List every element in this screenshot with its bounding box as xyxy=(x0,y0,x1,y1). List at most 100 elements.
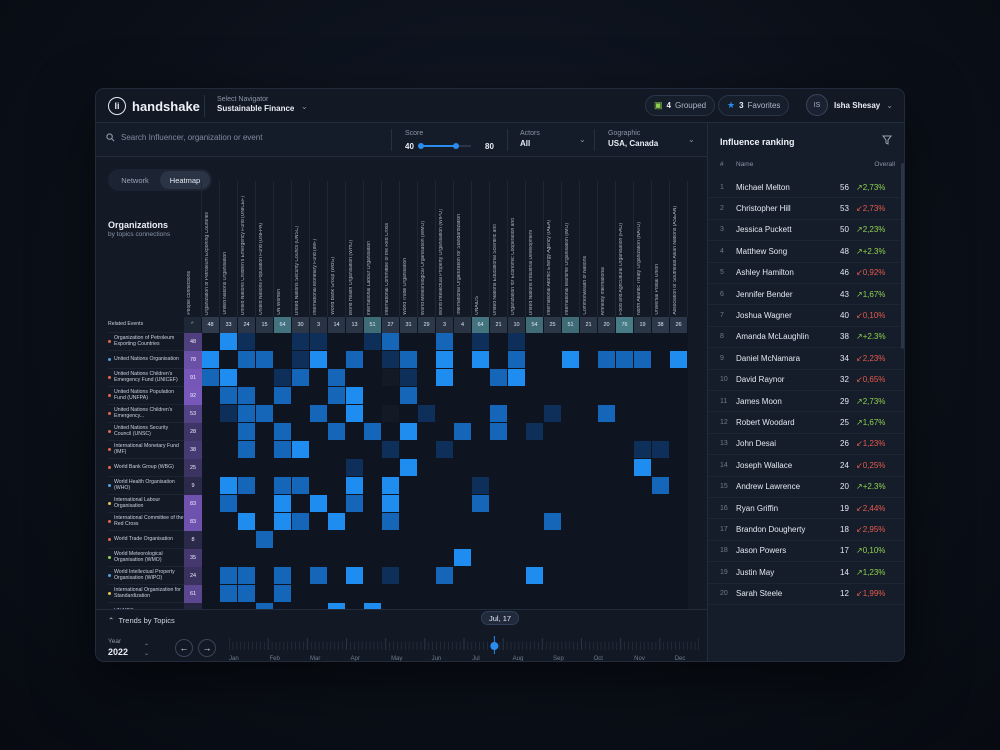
heatmap-cell[interactable] xyxy=(400,513,418,531)
heatmap-cell[interactable] xyxy=(436,423,454,441)
heatmap-cell[interactable] xyxy=(346,405,364,423)
heatmap-cell[interactable] xyxy=(220,369,238,387)
heatmap-cell[interactable] xyxy=(634,441,652,459)
column-header[interactable]: United Nations Children's Emergency Fund… xyxy=(238,181,256,317)
heatmap-cell[interactable] xyxy=(454,387,472,405)
heatmap-cell[interactable] xyxy=(490,585,508,603)
heatmap-cell[interactable] xyxy=(454,585,472,603)
year-stepper-icon[interactable]: ⌃ ⌄ xyxy=(144,643,149,657)
timeline[interactable]: Jan Feb Mar Apr May Jun Jul Aug Sep Oct Nov Dec xyxy=(229,636,699,662)
heatmap-cell[interactable] xyxy=(292,423,310,441)
heatmap-cell[interactable] xyxy=(544,531,562,549)
heatmap-cell[interactable] xyxy=(508,369,526,387)
favorites-button[interactable]: ★ 3 Favorites xyxy=(718,95,790,116)
row-label[interactable]: United Nations Population Fund (UNFPA) xyxy=(108,387,184,405)
heatmap-cell[interactable] xyxy=(202,549,220,567)
heatmap-cell[interactable] xyxy=(490,495,508,513)
row-label[interactable]: International Organization for Standardi… xyxy=(108,585,184,603)
heatmap-cell[interactable] xyxy=(508,549,526,567)
heatmap-cell[interactable] xyxy=(292,513,310,531)
heatmap-cell[interactable] xyxy=(202,387,220,405)
heatmap-cell[interactable] xyxy=(670,405,688,423)
heatmap-cell[interactable] xyxy=(310,567,328,585)
heatmap-cell[interactable] xyxy=(598,531,616,549)
heatmap-cell[interactable] xyxy=(598,333,616,351)
heatmap-cell[interactable] xyxy=(346,495,364,513)
heatmap-cell[interactable] xyxy=(274,369,292,387)
heatmap-cell[interactable] xyxy=(310,423,328,441)
heatmap-cell[interactable] xyxy=(220,495,238,513)
heatmap-cell[interactable] xyxy=(616,333,634,351)
heatmap-cell[interactable] xyxy=(508,423,526,441)
heatmap-cell[interactable] xyxy=(634,477,652,495)
heatmap-cell[interactable] xyxy=(436,387,454,405)
heatmap-cell[interactable] xyxy=(454,405,472,423)
heatmap-cell[interactable] xyxy=(418,585,436,603)
heatmap-cell[interactable] xyxy=(202,351,220,369)
heatmap-cell[interactable] xyxy=(418,549,436,567)
heatmap-cell[interactable] xyxy=(454,531,472,549)
heatmap-cell[interactable] xyxy=(490,369,508,387)
heatmap-cell[interactable] xyxy=(292,531,310,549)
ranking-row[interactable]: 8 Amanda McLaughlin 38 ↗+2.3% xyxy=(708,327,904,349)
heatmap-cell[interactable] xyxy=(490,441,508,459)
column-header[interactable]: Organization for Economic Cooperation an… xyxy=(508,181,526,317)
heatmap-cell[interactable] xyxy=(472,441,490,459)
column-header[interactable]: International Monetary Fund (IMF) xyxy=(310,181,328,317)
heatmap-cell[interactable] xyxy=(544,477,562,495)
ranking-row[interactable]: 4 Matthew Song 48 ↗+2.3% xyxy=(708,241,904,263)
heatmap-cell[interactable] xyxy=(310,549,328,567)
heatmap-cell[interactable] xyxy=(274,513,292,531)
score-filter[interactable]: Score xyxy=(405,130,423,137)
heatmap-cell[interactable] xyxy=(616,585,634,603)
heatmap-cell[interactable] xyxy=(310,351,328,369)
heatmap-cell[interactable] xyxy=(274,333,292,351)
heatmap-cell[interactable] xyxy=(616,495,634,513)
heatmap-cell[interactable] xyxy=(652,387,670,405)
heatmap-cell[interactable] xyxy=(310,387,328,405)
heatmap-cell[interactable] xyxy=(346,351,364,369)
heatmap-cell[interactable] xyxy=(292,495,310,513)
heatmap-cell[interactable] xyxy=(256,387,274,405)
heatmap-cell[interactable] xyxy=(490,567,508,585)
heatmap-cell[interactable] xyxy=(364,585,382,603)
row-label[interactable]: Organization of Petroleum Exporting Coun… xyxy=(108,333,184,351)
heatmap-cell[interactable] xyxy=(418,477,436,495)
heatmap-cell[interactable] xyxy=(220,441,238,459)
heatmap-cell[interactable] xyxy=(364,387,382,405)
heatmap-cell[interactable] xyxy=(670,585,688,603)
heatmap-cell[interactable] xyxy=(670,351,688,369)
next-button[interactable]: → xyxy=(198,639,216,657)
heatmap-cell[interactable] xyxy=(238,405,256,423)
heatmap-cell[interactable] xyxy=(544,405,562,423)
heatmap-cell[interactable] xyxy=(202,477,220,495)
ranking-row[interactable]: 11 James Moon 29 ↗2,73% xyxy=(708,391,904,413)
row-label[interactable]: International Monetary Fund (IMF) xyxy=(108,441,184,459)
heatmap-cell[interactable] xyxy=(328,423,346,441)
heatmap-cell[interactable] xyxy=(652,351,670,369)
heatmap-cell[interactable] xyxy=(526,423,544,441)
heatmap-cell[interactable] xyxy=(364,441,382,459)
heatmap-cell[interactable] xyxy=(328,477,346,495)
heatmap-cell[interactable] xyxy=(436,495,454,513)
row-label[interactable]: World Intellectual Property Organisation… xyxy=(108,567,184,585)
heatmap-cell[interactable] xyxy=(472,369,490,387)
heatmap-cell[interactable] xyxy=(544,495,562,513)
heatmap-cell[interactable] xyxy=(400,549,418,567)
heatmap-cell[interactable] xyxy=(490,531,508,549)
heatmap-cell[interactable] xyxy=(490,405,508,423)
heatmap-cell[interactable] xyxy=(418,369,436,387)
heatmap-cell[interactable] xyxy=(598,567,616,585)
heatmap-cell[interactable] xyxy=(400,459,418,477)
heatmap-cell[interactable] xyxy=(292,405,310,423)
column-header[interactable]: Food and Agricultural Organisation (FAO) xyxy=(616,181,634,317)
ranking-row[interactable]: 3 Jessica Puckett 50 ↗2,23% xyxy=(708,220,904,242)
heatmap-cell[interactable] xyxy=(562,369,580,387)
heatmap-cell[interactable] xyxy=(400,387,418,405)
heatmap-cell[interactable] xyxy=(364,477,382,495)
heatmap-cell[interactable] xyxy=(634,423,652,441)
heatmap-cell[interactable] xyxy=(328,513,346,531)
column-header[interactable]: International Organization for Standardi… xyxy=(454,181,472,317)
heatmap-cell[interactable] xyxy=(544,549,562,567)
heatmap-cell[interactable] xyxy=(202,531,220,549)
